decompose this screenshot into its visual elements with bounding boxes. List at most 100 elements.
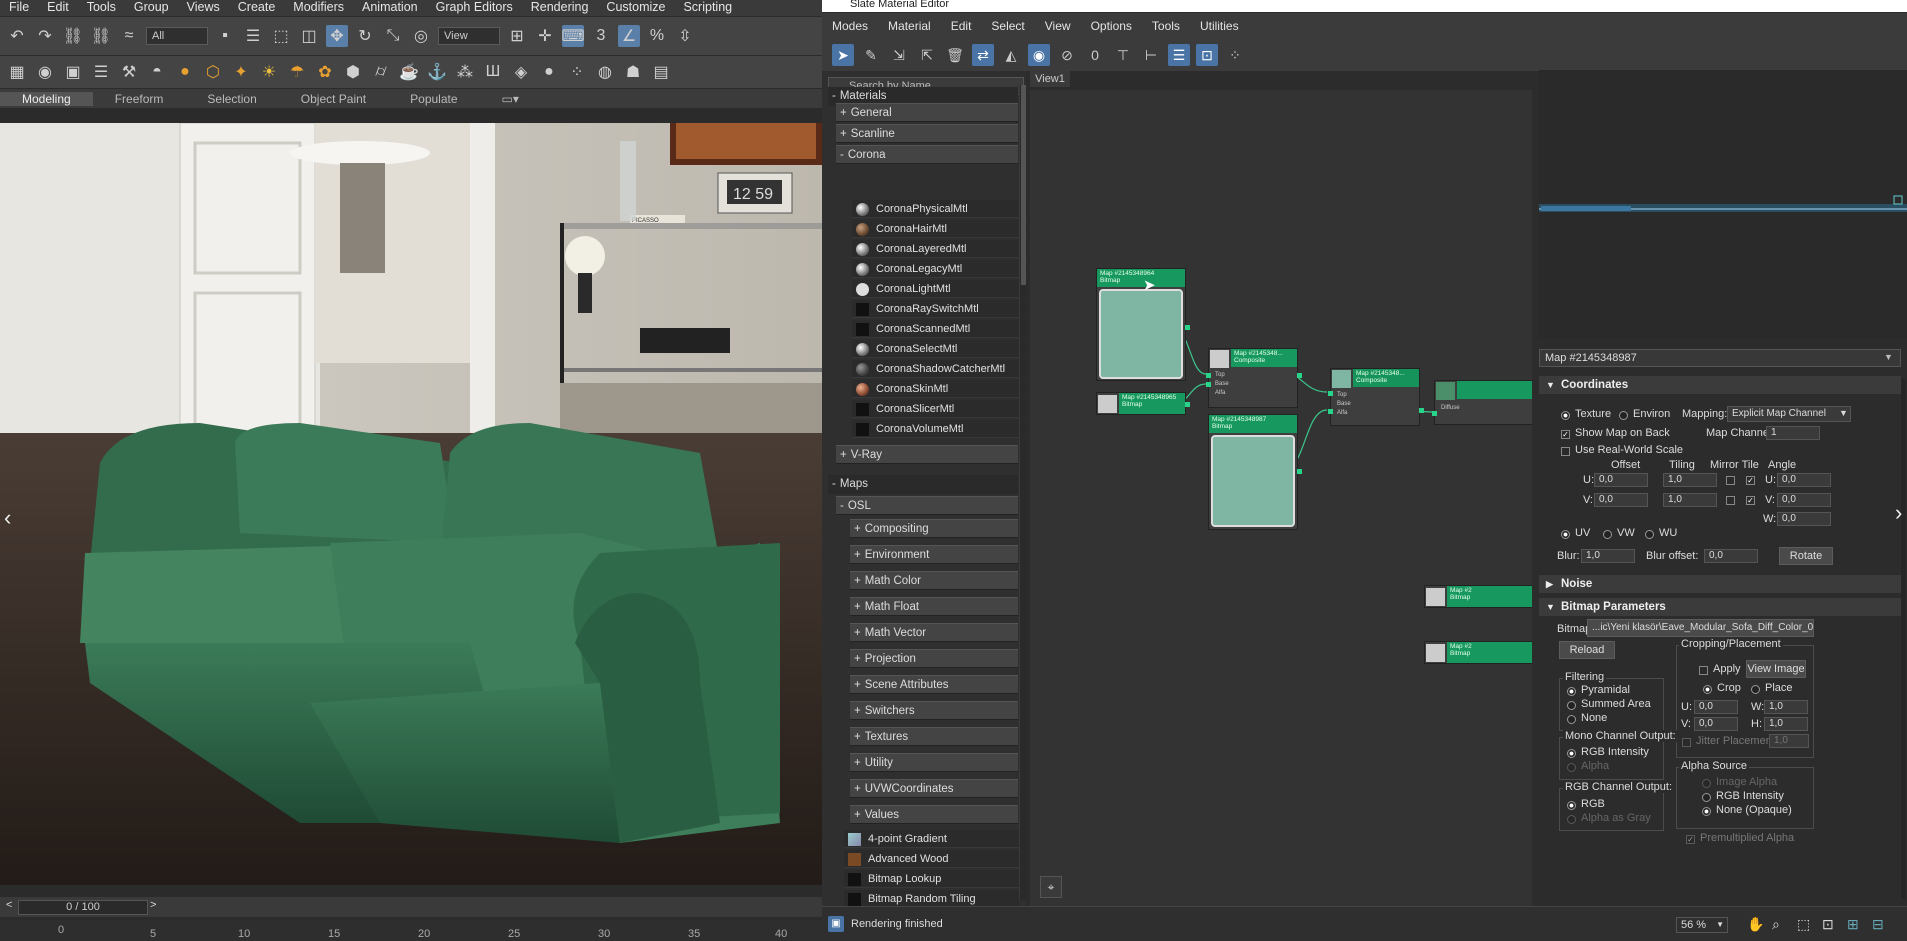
ref-coord-dropdown[interactable]: View — [438, 27, 500, 45]
input-socket-base[interactable] — [1206, 382, 1211, 387]
crop-v-spinner[interactable]: 0,0 — [1694, 717, 1738, 731]
osl-textures[interactable]: + Textures — [850, 727, 1018, 746]
material-ball-icon[interactable]: ● — [538, 61, 560, 83]
input-socket-top[interactable] — [1206, 373, 1211, 378]
mapping-chevron-down-icon[interactable]: ▼ — [1839, 408, 1848, 418]
osl-environment[interactable]: + Environment — [850, 545, 1018, 564]
layout-all-icon[interactable]: ⊤ — [1112, 44, 1134, 66]
osl-scene-attributes[interactable]: + Scene Attributes — [850, 675, 1018, 694]
list-item-corona-rayswitch[interactable]: CoronaRaySwitchMtl — [852, 300, 1027, 318]
material-params-icon[interactable]: ☰ — [1168, 44, 1190, 66]
light-icon[interactable]: ✦ — [230, 61, 252, 83]
slider-next-icon[interactable]: > — [150, 899, 156, 911]
keyboard-shortcut-icon[interactable]: ⌨ — [561, 25, 585, 47]
output-socket[interactable] — [1297, 373, 1302, 378]
menu-view[interactable]: View — [1035, 19, 1081, 33]
list-item-corona-scanned[interactable]: CoronaScannedMtl — [852, 320, 1027, 338]
rollout-noise[interactable]: ▶ Noise — [1539, 575, 1901, 593]
v-offset-spinner[interactable]: 0,0 — [1594, 493, 1648, 507]
list-icon[interactable]: ☰ — [90, 61, 112, 83]
map-channel-spinner[interactable]: 1 — [1766, 426, 1820, 440]
menu-edit[interactable]: Edit — [38, 0, 78, 16]
jitter-spinner[interactable]: 1,0 — [1769, 734, 1809, 748]
mono-rgb-intensity-radio[interactable] — [1567, 749, 1576, 758]
rgb-radio[interactable] — [1567, 801, 1576, 810]
tab-selection[interactable]: Selection — [185, 92, 278, 106]
uv-radio[interactable] — [1561, 530, 1570, 539]
bitmap-path-button[interactable]: ...ic\Yeni klasör\Eave_Modular_Sofa_Diff… — [1587, 619, 1814, 637]
selection-filter-dropdown[interactable]: All — [146, 27, 208, 45]
list-item-corona-skin[interactable]: CoronaSkinMtl — [852, 380, 1027, 398]
premultiplied-checkbox[interactable]: ✓ — [1686, 835, 1695, 844]
menu-select[interactable]: Select — [981, 19, 1034, 33]
render-frame-icon[interactable]: ◍ — [594, 61, 616, 83]
sun-icon[interactable]: ☀ — [258, 61, 280, 83]
params-scrollbar[interactable] — [1901, 379, 1906, 899]
output-socket[interactable] — [1419, 408, 1424, 413]
v-angle-spinner[interactable]: 0,0 — [1777, 493, 1831, 507]
unlink-icon[interactable]: ⛓ — [90, 25, 112, 47]
node-composite-2[interactable]: Map #2145348... Composite Top Base Alfa — [1328, 368, 1424, 426]
category-scanline[interactable]: + Scanline — [836, 124, 1018, 143]
layer-icon[interactable]: ▦ — [6, 61, 28, 83]
map-name-field[interactable]: Map #2145348987 — [1539, 349, 1901, 367]
category-maps[interactable]: - Maps — [828, 475, 1018, 494]
window-crossing-icon[interactable]: ◫ — [298, 25, 320, 47]
list-item-4-point-gradient[interactable]: 4-point Gradient — [844, 830, 1019, 848]
list-item-corona-slicer[interactable]: CoronaSlicerMtl — [852, 400, 1027, 418]
zoom-extents-selected-icon[interactable]: ⊞ — [1847, 916, 1859, 933]
material-editor-icon[interactable]: ⁘ — [566, 61, 588, 83]
osl-switchers[interactable]: + Switchers — [850, 701, 1018, 720]
list-item-corona-physical[interactable]: CoronaPhysicalMtl — [852, 200, 1027, 218]
tab-modeling[interactable]: Modeling — [0, 91, 93, 106]
view-image-button[interactable]: View Image — [1746, 660, 1806, 678]
mapping-dropdown[interactable]: Explicit Map Channel — [1727, 406, 1851, 422]
angle-snap-icon[interactable]: ∠ — [618, 25, 640, 47]
menu-views[interactable]: Views — [178, 0, 229, 16]
ribbon-options-icon[interactable]: ▭▾ — [480, 92, 541, 106]
proxy-icon[interactable]: ◈ — [510, 61, 532, 83]
render-setup-icon[interactable]: ◉ — [34, 61, 56, 83]
crop-h-spinner[interactable]: 1,0 — [1764, 717, 1808, 731]
undo-icon[interactable]: ↶ — [6, 25, 28, 47]
zoom-region-icon[interactable]: ⬚ — [1797, 916, 1810, 933]
u-tiling-spinner[interactable]: 1,0 — [1663, 473, 1717, 487]
apply-checkbox[interactable] — [1699, 666, 1708, 675]
osl-utility[interactable]: + Utility — [850, 753, 1018, 772]
delete-icon[interactable]: 🗑 — [944, 44, 966, 66]
rect-selection-icon[interactable]: ⬚ — [270, 25, 292, 47]
binoculars-icon[interactable]: ⌖ — [1040, 876, 1062, 898]
output-socket[interactable] — [1185, 325, 1190, 330]
scroll-thumb[interactable] — [1021, 85, 1026, 285]
map-name-dropdown-icon[interactable]: ▼ — [1884, 352, 1893, 362]
list-item-corona-shadowcatcher[interactable]: CoronaShadowCatcherMtl — [852, 360, 1027, 378]
list-item-bitmap-lookup[interactable]: Bitmap Lookup — [844, 870, 1019, 888]
dome-icon[interactable]: ◓ — [146, 61, 168, 83]
browser-scrollbar[interactable] — [1019, 85, 1026, 900]
texture-radio[interactable] — [1561, 411, 1570, 420]
tab-populate[interactable]: Populate — [388, 92, 479, 106]
select-object-icon[interactable]: ▪ — [214, 25, 236, 47]
cube-icon[interactable]: ⬢ — [342, 61, 364, 83]
chevron-left-icon[interactable]: ‹ — [4, 505, 11, 531]
assign-material-icon[interactable]: ⇱ — [916, 44, 938, 66]
menu-utilities[interactable]: Utilities — [1190, 19, 1249, 33]
link-icon[interactable]: ⛓ — [62, 25, 84, 47]
rotate-button[interactable]: Rotate — [1779, 547, 1833, 565]
render-production-icon[interactable]: ☗ — [622, 61, 644, 83]
render-icon[interactable]: ▤ — [650, 61, 672, 83]
snap-3d-icon[interactable]: 3 — [590, 25, 612, 47]
node-bitmap-5[interactable]: Map #2 Bitmap — [1424, 641, 1532, 664]
sphere-icon[interactable]: ● — [174, 61, 196, 83]
menu-create[interactable]: Create — [229, 0, 285, 16]
node-bitmap-1[interactable]: Map #2145348964 Bitmap — [1096, 268, 1190, 381]
category-osl[interactable]: - OSL — [836, 496, 1018, 515]
show-shaded-icon[interactable]: ◉ — [1028, 44, 1050, 66]
move-icon[interactable]: ✥ — [326, 25, 348, 47]
list-item-advanced-wood[interactable]: Advanced Wood — [844, 850, 1019, 868]
category-corona[interactable]: - Corona — [836, 145, 1018, 164]
zoom-extents-icon[interactable]: ⊡ — [1822, 916, 1834, 933]
node-bitmap-3[interactable]: Map #2145348987 Bitmap — [1208, 414, 1302, 530]
menu-group[interactable]: Group — [125, 0, 178, 16]
osl-math-vector[interactable]: + Math Vector — [850, 623, 1018, 642]
